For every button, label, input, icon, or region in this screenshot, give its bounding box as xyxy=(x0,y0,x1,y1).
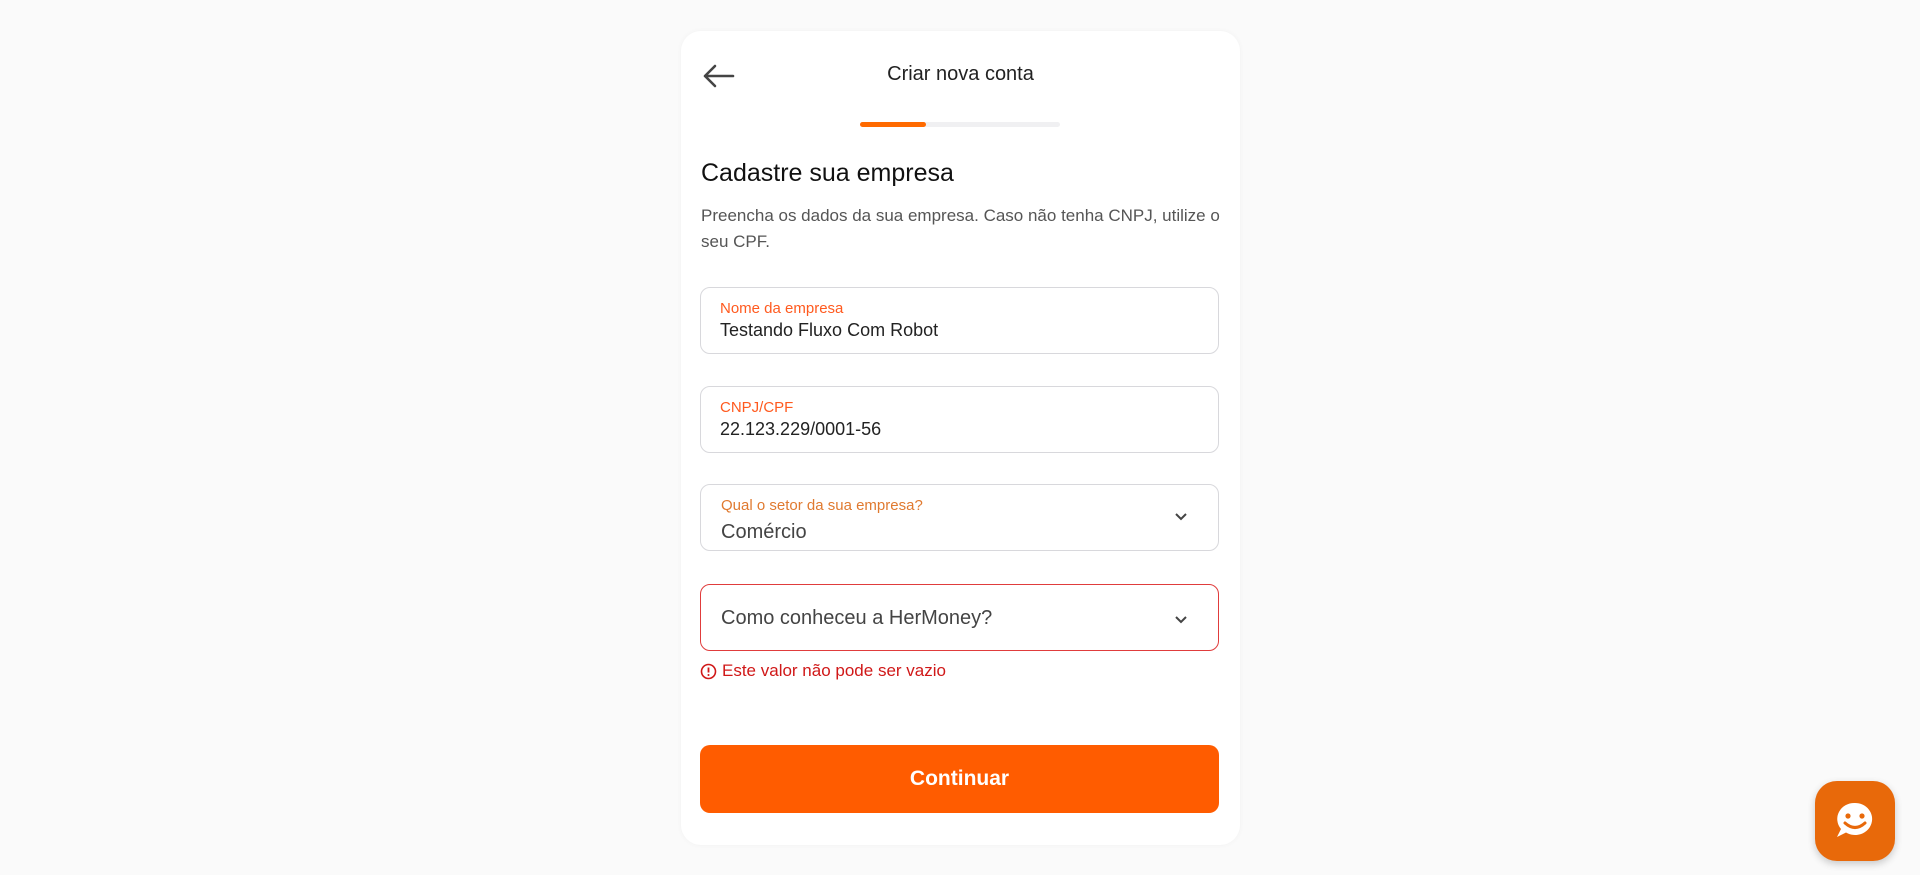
referral-select[interactable]: Como conheceu a HerMoney? xyxy=(700,584,1219,651)
error-text: Este valor não pode ser vazio xyxy=(722,661,946,680)
sector-value: Comércio xyxy=(721,521,807,543)
continue-button[interactable]: Continuar xyxy=(700,745,1219,813)
sector-label: Qual o setor da sua empresa? xyxy=(721,497,923,514)
chat-smile-icon xyxy=(1837,802,1873,837)
company-name-label: Nome da empresa xyxy=(720,300,844,317)
referral-placeholder: Como conheceu a HerMoney? xyxy=(721,607,993,629)
alert-circle-icon xyxy=(700,663,717,679)
chevron-down-icon xyxy=(1175,616,1187,624)
chevron-down-icon xyxy=(1175,513,1187,521)
cnpj-cpf-field[interactable]: CNPJ/CPF xyxy=(700,386,1219,453)
progress-bar xyxy=(860,122,1060,127)
signup-card: Criar nova conta Cadastre sua empresa Pr… xyxy=(681,31,1240,845)
section-heading: Cadastre sua empresa xyxy=(701,159,954,187)
cnpj-cpf-label: CNPJ/CPF xyxy=(720,399,794,416)
chat-button[interactable] xyxy=(1815,781,1895,861)
sector-select[interactable]: Qual o setor da sua empresa? Comércio xyxy=(700,484,1219,551)
company-name-field[interactable]: Nome da empresa xyxy=(700,287,1219,354)
progress-fill xyxy=(860,122,926,127)
error-message: Este valor não pode ser vazio xyxy=(700,661,946,681)
section-description: Preencha os dados da sua empresa. Caso n… xyxy=(701,206,1220,251)
company-name-input[interactable] xyxy=(720,320,1160,341)
cnpj-cpf-input[interactable] xyxy=(720,419,1160,440)
page-title: Criar nova conta xyxy=(887,63,1034,85)
